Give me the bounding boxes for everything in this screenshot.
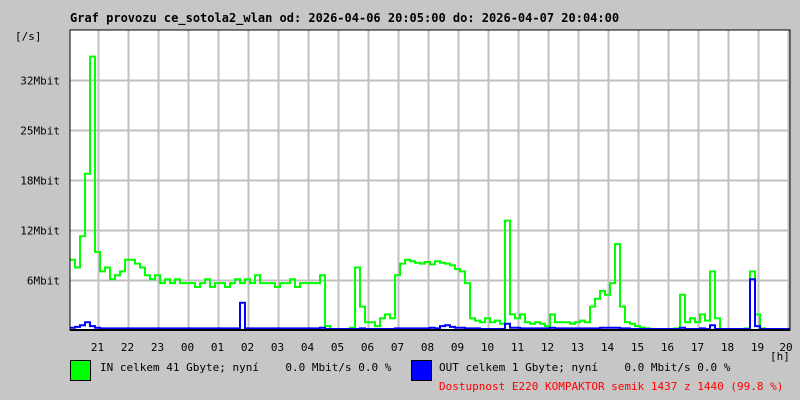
x-tick-label: 21 xyxy=(91,341,104,354)
x-tick-label: 03 xyxy=(271,341,284,354)
x-tick-label: 09 xyxy=(451,341,464,354)
legend-out-swatch xyxy=(411,360,432,381)
y-tick-label: 32Mbit xyxy=(20,75,60,88)
x-tick-label: 12 xyxy=(541,341,554,354)
y-tick-label: 12Mbit xyxy=(20,225,60,238)
traffic-chart: 6Mbit 12Mbit 18Mbit 25Mbit 32Mbit 21 22 23 00 01 0… xyxy=(20,29,793,354)
x-tick-label: 20 xyxy=(779,341,792,354)
legend-in-swatch xyxy=(70,360,91,381)
x-tick-label: 08 xyxy=(421,341,434,354)
legend-out-text: OUT celkem 1 Gbyte; nyní 0.0 Mbit/s 0.0 … xyxy=(439,361,731,374)
availability-text: Dostupnost E220 KOMPAKTOR semik 1437 z 1… xyxy=(439,380,784,393)
x-tick-label: 05 xyxy=(331,341,344,354)
x-tick-label: 15 xyxy=(631,341,644,354)
x-tick-label: 11 xyxy=(511,341,524,354)
legend-in-text: IN celkem 41 Gbyte; nyní 0.0 Mbit/s 0.0 … xyxy=(100,361,392,374)
x-tick-label: 22 xyxy=(121,341,134,354)
x-tick-label: 10 xyxy=(481,341,494,354)
x-tick-label: 06 xyxy=(361,341,374,354)
x-tick-label: 02 xyxy=(241,341,254,354)
x-tick-label: 23 xyxy=(151,341,164,354)
x-tick-label: 14 xyxy=(601,341,615,354)
x-tick-label: 18 xyxy=(721,341,734,354)
x-tick-label: 17 xyxy=(691,341,704,354)
y-tick-label: 25Mbit xyxy=(20,125,60,138)
x-tick-label: 07 xyxy=(391,341,404,354)
x-tick-label: 01 xyxy=(211,341,224,354)
y-tick-label: 18Mbit xyxy=(20,175,60,188)
x-tick-label: 00 xyxy=(181,341,194,354)
x-tick-label: 16 xyxy=(661,341,674,354)
y-tick-label: 6Mbit xyxy=(27,275,60,288)
x-tick-label: 04 xyxy=(301,341,315,354)
x-tick-label: 19 xyxy=(751,341,764,354)
x-tick-label: 13 xyxy=(571,341,584,354)
